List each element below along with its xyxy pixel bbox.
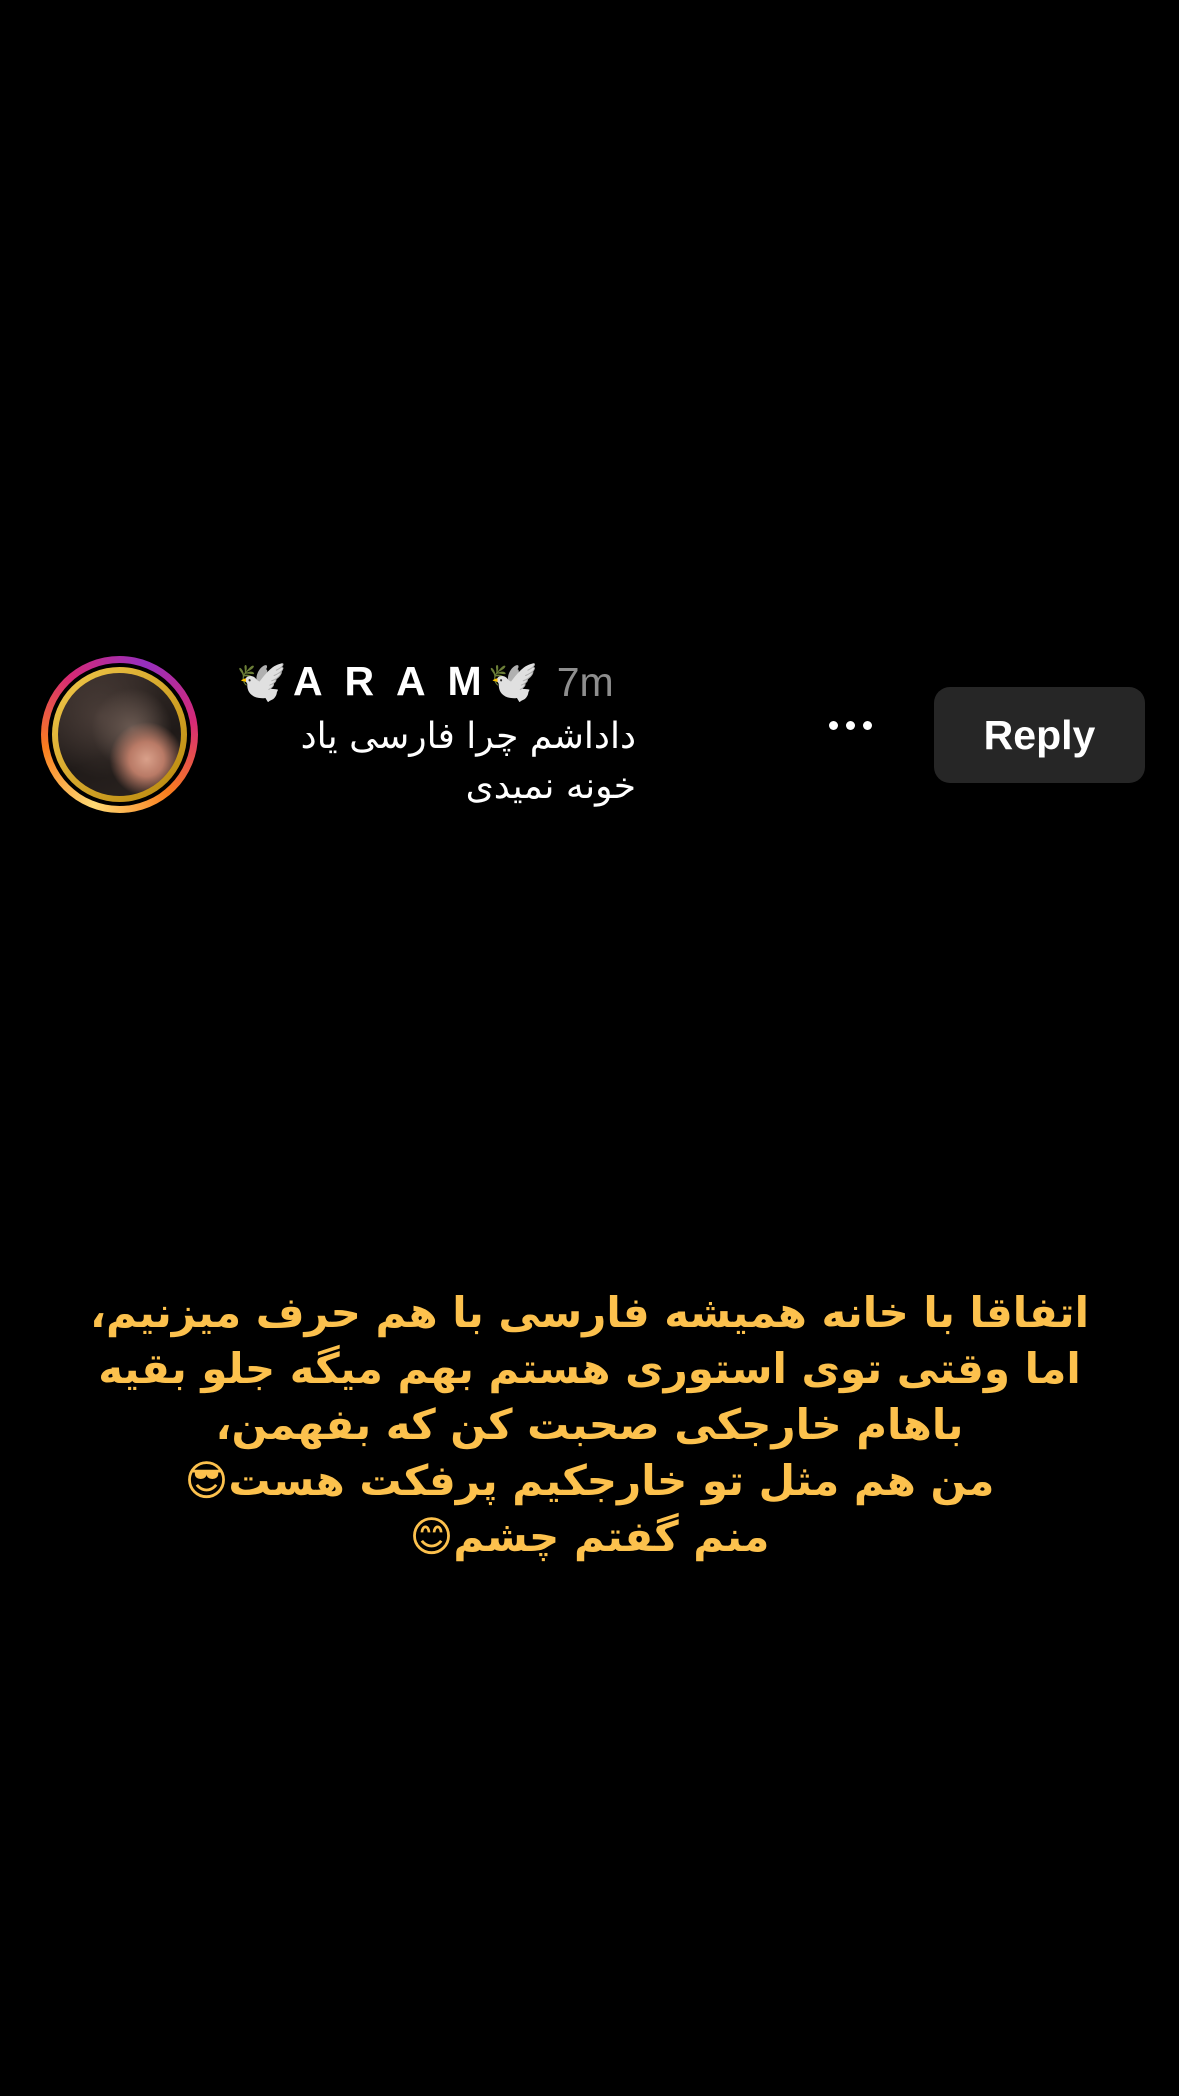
avatar-story-ring-gap	[48, 663, 191, 806]
comment-text: داداشم چرا فارسی یاد خونه نمیدی	[300, 716, 636, 807]
story-caption-line: منم گفتم چشم😊	[409, 1512, 770, 1561]
username[interactable]: 🕊️A R A M🕊️	[236, 658, 545, 706]
avatar-photo	[58, 673, 181, 796]
comment-card: 🕊️A R A M🕊️ 7m داداشم چرا فارسی یاد خونه…	[0, 640, 1179, 830]
story-caption-line: اتفاقا با خانه همیشه فارسی با هم حرف میز…	[90, 1288, 1089, 1337]
more-options-button[interactable]	[815, 700, 885, 750]
story-caption-line: من هم مثل تو خارجکیم پرفکت هست😎	[184, 1456, 995, 1505]
more-horizontal-icon	[828, 720, 838, 730]
more-horizontal-icon-dot	[862, 720, 872, 730]
avatar[interactable]	[41, 656, 198, 813]
timestamp: 7m	[556, 658, 614, 705]
comment-header: 🕊️A R A M🕊️ 7m	[236, 654, 614, 710]
story-caption-line: اما وقتی توی استوری هستم بهم میگه جلو بق…	[98, 1344, 1081, 1393]
avatar-close-friends-ring	[52, 667, 187, 802]
story-caption-line: باهام خارجکی صحبت کن که بفهمن،	[215, 1400, 964, 1449]
reply-button[interactable]: Reply	[934, 687, 1145, 783]
story-caption: اتفاقا با خانه همیشه فارسی با هم حرف میز…	[60, 1285, 1119, 1565]
more-horizontal-icon-dot	[845, 720, 855, 730]
